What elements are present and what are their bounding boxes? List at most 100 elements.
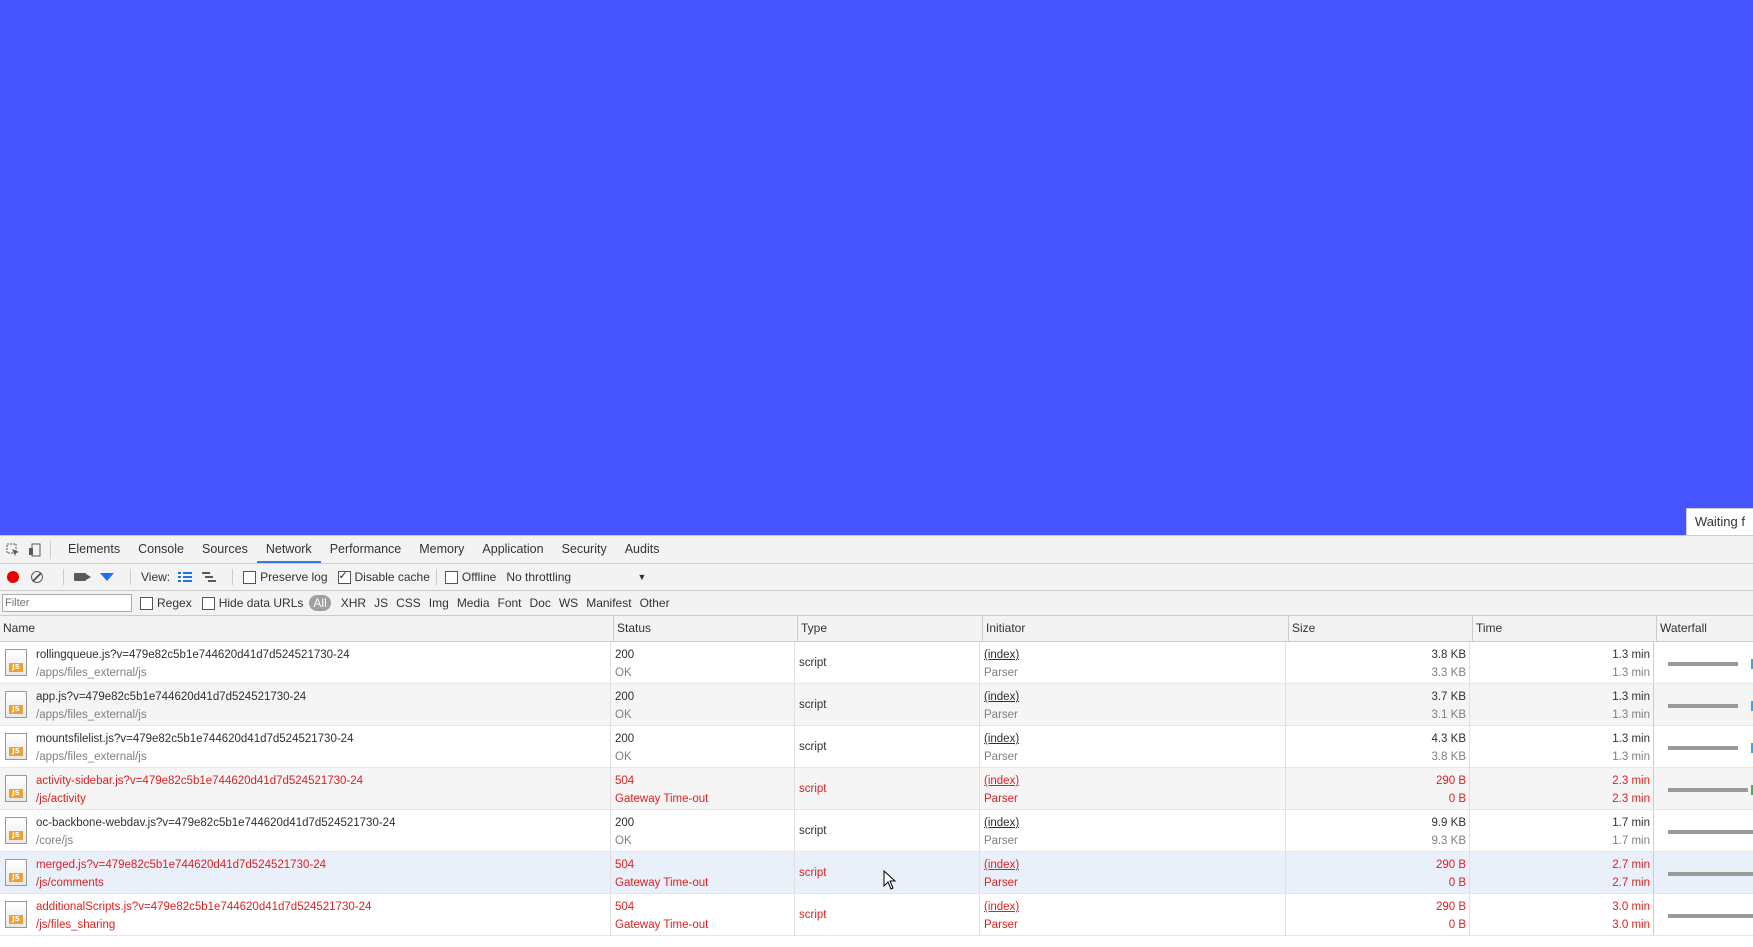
filter-type-font[interactable]: Font	[494, 596, 526, 610]
initiator-link[interactable]: (index)	[984, 691, 1019, 703]
request-type: script	[799, 657, 827, 669]
column-header-size[interactable]: Size	[1288, 616, 1472, 641]
view-label: View:	[141, 570, 171, 584]
table-row[interactable]: JS additionalScripts.js?v=479e82c5b1e7446…	[0, 894, 1753, 936]
requests-table: Name Status Type Initiator Size Time Wat…	[0, 616, 1753, 936]
tab-memory[interactable]: Memory	[410, 536, 473, 563]
status-text: OK	[615, 751, 632, 763]
tab-sources[interactable]: Sources	[193, 536, 257, 563]
initiator-cell: (index) Parser	[979, 894, 1286, 935]
table-row[interactable]: JS app.js?v=479e82c5b1e744620d41d7d524521…	[0, 684, 1753, 726]
request-path: /js/comments	[36, 877, 104, 889]
checkbox-box-checked[interactable]	[337, 569, 351, 584]
initiator-link[interactable]: (index)	[984, 901, 1019, 913]
tab-console[interactable]: Console	[129, 536, 193, 563]
tab-audits[interactable]: Audits	[616, 536, 669, 563]
column-header-initiator[interactable]: Initiator	[982, 616, 1286, 641]
tab-performance[interactable]: Performance	[321, 536, 411, 563]
request-name: app.js?v=479e82c5b1e744620d41d7d52452173…	[36, 691, 307, 703]
tab-network[interactable]: Network	[256, 536, 321, 563]
inspect-element-icon[interactable]	[4, 541, 22, 559]
column-header-name[interactable]: Name	[0, 616, 548, 641]
resource-size: 3.8 KB	[1431, 751, 1466, 763]
table-row[interactable]: JS activity-sidebar.js?v=479e82c5b1e74462…	[0, 768, 1753, 810]
table-body: JS rollingqueue.js?v=479e82c5b1e744620d41…	[0, 642, 1753, 936]
regex-checkbox[interactable]: Regex	[140, 596, 192, 610]
initiator-link[interactable]: (index)	[984, 649, 1019, 661]
offline-label: Offline	[461, 570, 497, 584]
overview-icon[interactable]	[202, 572, 217, 582]
device-toolbar-icon[interactable]	[26, 541, 44, 559]
hide-data-urls-checkbox[interactable]: Hide data URLs	[201, 596, 304, 610]
divider	[232, 569, 234, 585]
tab-application[interactable]: Application	[473, 536, 552, 563]
filter-type-media[interactable]: Media	[453, 596, 494, 610]
tab-security[interactable]: Security	[553, 536, 616, 563]
transferred-size: 3.8 KB	[1431, 649, 1466, 661]
large-rows-icon[interactable]	[178, 572, 193, 582]
status-cell: 504 Gateway Time-out	[610, 852, 795, 893]
initiator-type: Parser	[984, 835, 1018, 847]
size-cell: 9.9 KB 9.3 KB	[1285, 810, 1470, 851]
filter-input[interactable]	[2, 594, 132, 612]
table-row[interactable]: JS oc-backbone-webdav.js?v=479e82c5b1e744…	[0, 810, 1753, 852]
resource-size: 0 B	[1448, 919, 1466, 931]
filter-type-img[interactable]: Img	[425, 596, 453, 610]
filter-type-other[interactable]: Other	[636, 596, 674, 610]
filter-type-css[interactable]: CSS	[392, 596, 425, 610]
initiator-type: Parser	[984, 919, 1018, 931]
initiator-link[interactable]: (index)	[984, 859, 1019, 871]
status-cell: 200 OK	[610, 684, 795, 725]
js-file-icon: JS	[5, 733, 27, 760]
tab-elements[interactable]: Elements	[59, 536, 129, 563]
initiator-link[interactable]: (index)	[984, 817, 1019, 829]
clear-icon[interactable]	[31, 571, 43, 583]
checkbox-box[interactable]	[201, 596, 215, 610]
column-header-type[interactable]: Type	[797, 616, 981, 641]
screenshot-camera-icon[interactable]	[74, 573, 91, 581]
request-type: script	[799, 741, 827, 753]
preserve-log-checkbox[interactable]: Preserve log	[243, 570, 328, 584]
checkbox-box[interactable]	[140, 596, 153, 610]
time-cell: 2.3 min 2.3 min	[1469, 768, 1654, 809]
table-row[interactable]: JS mountsfilelist.js?v=479e82c5b1e744620d…	[0, 726, 1753, 768]
total-time: 2.3 min	[1612, 775, 1650, 787]
filter-funnel-icon[interactable]	[100, 573, 114, 581]
disable-cache-checkbox[interactable]: Disable cache	[337, 569, 430, 584]
initiator-cell: (index) Parser	[979, 684, 1286, 725]
size-cell: 290 B 0 B	[1285, 852, 1470, 893]
type-cell: script	[794, 810, 980, 851]
column-header-status[interactable]: Status	[613, 616, 797, 641]
table-row[interactable]: JS merged.js?v=479e82c5b1e744620d41d7d524…	[0, 852, 1753, 894]
initiator-link[interactable]: (index)	[984, 775, 1019, 787]
js-file-icon: JS	[5, 817, 27, 844]
waterfall-bar	[1668, 662, 1738, 666]
initiator-link[interactable]: (index)	[984, 733, 1019, 745]
filter-type-manifest[interactable]: Manifest	[582, 596, 635, 610]
latency-time: 1.3 min	[1612, 751, 1650, 763]
status-text: OK	[615, 667, 632, 679]
checkbox-box[interactable]	[444, 570, 458, 584]
type-cell: script	[794, 894, 980, 935]
throttling-select[interactable]: No throttling ▼	[506, 570, 646, 584]
filter-type-ws[interactable]: WS	[555, 596, 582, 610]
request-path: /apps/files_external/js	[36, 667, 147, 679]
js-file-icon: JS	[5, 901, 27, 928]
mouse-cursor-icon	[883, 870, 897, 890]
offline-checkbox[interactable]: Offline	[444, 570, 497, 584]
column-header-time[interactable]: Time	[1472, 616, 1656, 641]
js-file-icon: JS	[5, 859, 27, 886]
table-row[interactable]: JS rollingqueue.js?v=479e82c5b1e744620d41…	[0, 642, 1753, 684]
filter-type-xhr[interactable]: XHR	[337, 596, 370, 610]
column-header-waterfall[interactable]: Waterfall	[1656, 616, 1753, 641]
status-text: Gateway Time-out	[615, 793, 709, 805]
hide-data-urls-label: Hide data URLs	[218, 596, 304, 610]
record-icon[interactable]	[7, 571, 19, 583]
filter-type-doc[interactable]: Doc	[526, 596, 555, 610]
filter-type-all[interactable]: All	[309, 595, 331, 611]
transferred-size: 290 B	[1435, 775, 1466, 787]
filter-type-js[interactable]: JS	[370, 596, 392, 610]
size-cell: 4.3 KB 3.8 KB	[1285, 726, 1470, 767]
checkbox-box[interactable]	[243, 570, 257, 584]
request-name: additionalScripts.js?v=479e82c5b1e744620…	[36, 901, 372, 913]
